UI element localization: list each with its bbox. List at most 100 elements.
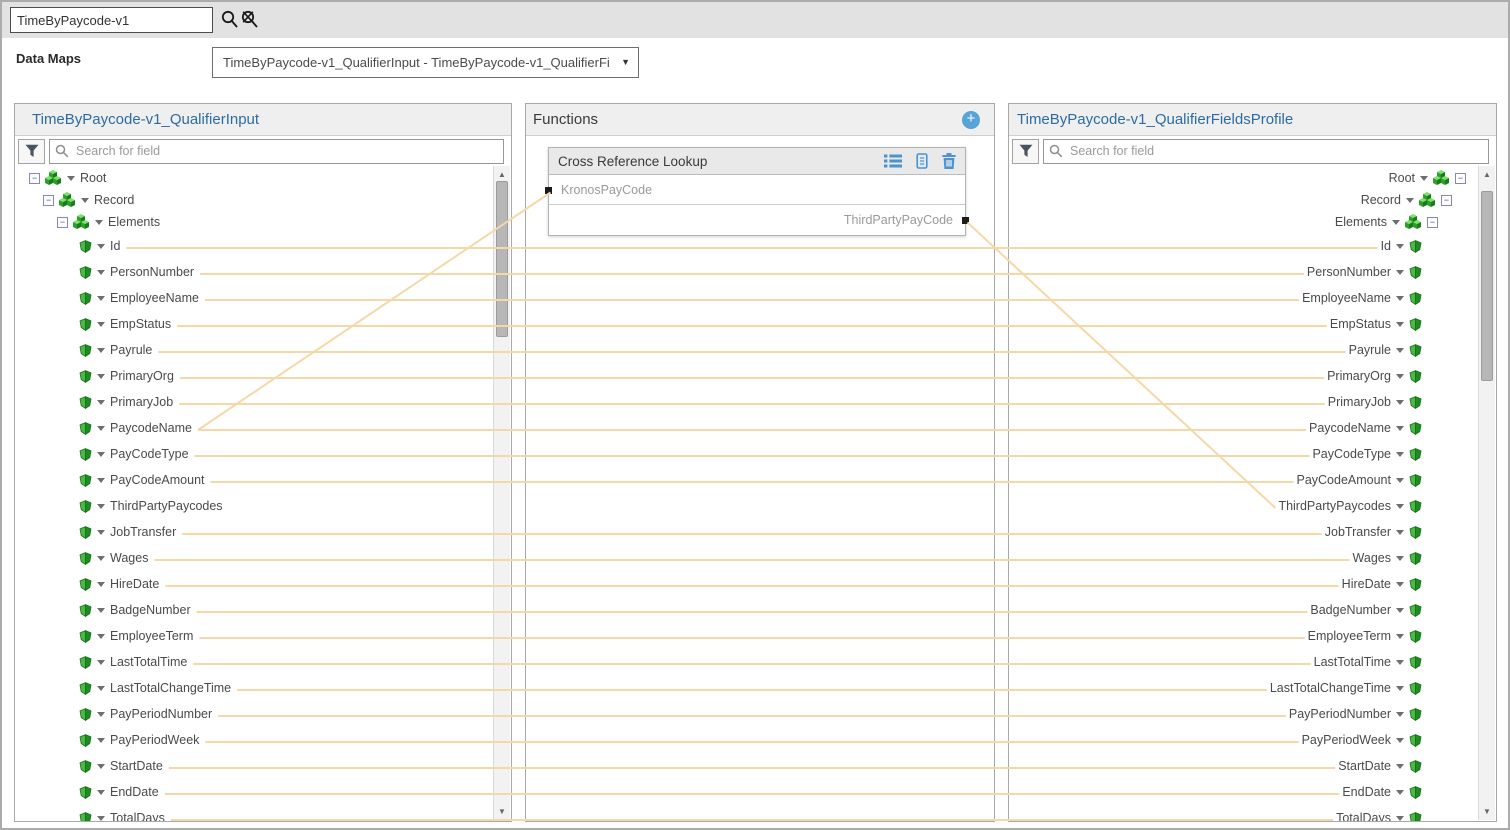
function-box-cross-reference-lookup[interactable]: Cross Reference Lookup KronosPayCode Thi… bbox=[548, 147, 966, 236]
scrollbar-thumb[interactable] bbox=[1481, 191, 1493, 381]
source-field-payperiodweek[interactable]: PayPeriodWeek bbox=[15, 729, 511, 751]
target-field-wages[interactable]: Wages bbox=[1009, 547, 1496, 569]
chevron-down-icon[interactable] bbox=[97, 530, 105, 535]
source-field-hiredate[interactable]: HireDate bbox=[15, 573, 511, 595]
chevron-down-icon[interactable] bbox=[1396, 244, 1404, 249]
chevron-down-icon[interactable] bbox=[1396, 764, 1404, 769]
chevron-down-icon[interactable] bbox=[1396, 452, 1404, 457]
chevron-down-icon[interactable] bbox=[1396, 348, 1404, 353]
chevron-down-icon[interactable] bbox=[1392, 220, 1400, 225]
chevron-down-icon[interactable] bbox=[1396, 400, 1404, 405]
target-field-payperiodweek[interactable]: PayPeriodWeek bbox=[1009, 729, 1496, 751]
chevron-down-icon[interactable] bbox=[97, 426, 105, 431]
search-icon[interactable] bbox=[221, 10, 239, 34]
chevron-down-icon[interactable] bbox=[97, 322, 105, 327]
source-field-primaryjob[interactable]: PrimaryJob bbox=[15, 391, 511, 413]
scroll-down-icon[interactable] bbox=[1479, 807, 1495, 816]
tree-node-record[interactable]: Record bbox=[15, 189, 511, 211]
tree-node-root[interactable]: Root bbox=[1009, 167, 1496, 189]
target-filter-button[interactable] bbox=[1012, 139, 1039, 164]
scroll-down-icon[interactable] bbox=[494, 807, 510, 816]
output-connector-anchor[interactable] bbox=[962, 217, 969, 224]
source-field-paycodename[interactable]: PaycodeName bbox=[15, 417, 511, 439]
chevron-down-icon[interactable] bbox=[1396, 582, 1404, 587]
source-field-employeeterm[interactable]: EmployeeTerm bbox=[15, 625, 511, 647]
source-field-personnumber[interactable]: PersonNumber bbox=[15, 261, 511, 283]
scroll-up-icon[interactable] bbox=[494, 170, 510, 179]
source-field-search-input[interactable] bbox=[49, 139, 504, 164]
collapse-toggle-icon[interactable] bbox=[1427, 217, 1438, 228]
input-connector-anchor[interactable] bbox=[545, 187, 552, 194]
chevron-down-icon[interactable] bbox=[1396, 686, 1404, 691]
source-field-wages[interactable]: Wages bbox=[15, 547, 511, 569]
source-filter-button[interactable] bbox=[18, 139, 45, 164]
source-field-jobtransfer[interactable]: JobTransfer bbox=[15, 521, 511, 543]
chevron-down-icon[interactable] bbox=[97, 244, 105, 249]
target-field-jobtransfer[interactable]: JobTransfer bbox=[1009, 521, 1496, 543]
clear-search-icon[interactable] bbox=[241, 10, 259, 34]
source-scrollbar[interactable] bbox=[493, 166, 510, 820]
add-function-button[interactable]: + bbox=[962, 111, 980, 129]
tree-node-elements[interactable]: Elements bbox=[15, 211, 511, 233]
source-field-payrule[interactable]: Payrule bbox=[15, 339, 511, 361]
target-field-enddate[interactable]: EndDate bbox=[1009, 781, 1496, 803]
source-field-paycodeamount[interactable]: PayCodeAmount bbox=[15, 469, 511, 491]
chevron-down-icon[interactable] bbox=[97, 790, 105, 795]
target-field-hiredate[interactable]: HireDate bbox=[1009, 573, 1496, 595]
source-field-employeename[interactable]: EmployeeName bbox=[15, 287, 511, 309]
collapse-toggle-icon[interactable] bbox=[43, 195, 54, 206]
target-field-totaldays[interactable]: TotalDays bbox=[1009, 807, 1496, 821]
chevron-down-icon[interactable] bbox=[97, 712, 105, 717]
source-field-payperiodnumber[interactable]: PayPeriodNumber bbox=[15, 703, 511, 725]
chevron-down-icon[interactable] bbox=[97, 400, 105, 405]
source-field-id[interactable]: Id bbox=[15, 235, 511, 257]
chevron-down-icon[interactable] bbox=[1396, 296, 1404, 301]
collapse-toggle-icon[interactable] bbox=[29, 173, 40, 184]
scroll-up-icon[interactable] bbox=[1479, 170, 1495, 179]
chevron-down-icon[interactable] bbox=[97, 764, 105, 769]
chevron-down-icon[interactable] bbox=[1396, 530, 1404, 535]
target-field-startdate[interactable]: StartDate bbox=[1009, 755, 1496, 777]
data-map-select[interactable]: TimeByPaycode-v1_QualifierInput - TimeBy… bbox=[212, 47, 639, 78]
chevron-down-icon[interactable] bbox=[97, 660, 105, 665]
chevron-down-icon[interactable] bbox=[97, 270, 105, 275]
collapse-toggle-icon[interactable] bbox=[57, 217, 68, 228]
chevron-down-icon[interactable] bbox=[97, 634, 105, 639]
source-field-enddate[interactable]: EndDate bbox=[15, 781, 511, 803]
source-field-badgenumber[interactable]: BadgeNumber bbox=[15, 599, 511, 621]
target-field-search-input[interactable] bbox=[1043, 139, 1489, 164]
tree-node-record[interactable]: Record bbox=[1009, 189, 1496, 211]
chevron-down-icon[interactable] bbox=[1396, 426, 1404, 431]
source-field-empstatus[interactable]: EmpStatus bbox=[15, 313, 511, 335]
source-field-thirdpartypaycodes[interactable]: ThirdPartyPaycodes bbox=[15, 495, 511, 517]
target-field-lasttotalchangetime[interactable]: LastTotalChangeTime bbox=[1009, 677, 1496, 699]
chevron-down-icon[interactable] bbox=[81, 198, 89, 203]
chevron-down-icon[interactable] bbox=[1396, 608, 1404, 613]
collapse-toggle-icon[interactable] bbox=[1455, 173, 1466, 184]
component-search-input[interactable] bbox=[10, 7, 213, 33]
source-field-lasttotalchangetime[interactable]: LastTotalChangeTime bbox=[15, 677, 511, 699]
target-field-employeeterm[interactable]: EmployeeTerm bbox=[1009, 625, 1496, 647]
source-field-startdate[interactable]: StartDate bbox=[15, 755, 511, 777]
target-field-paycodetype[interactable]: PayCodeType bbox=[1009, 443, 1496, 465]
chevron-down-icon[interactable] bbox=[97, 296, 105, 301]
chevron-down-icon[interactable] bbox=[1396, 816, 1404, 821]
chevron-down-icon[interactable] bbox=[1396, 660, 1404, 665]
source-field-totaldays[interactable]: TotalDays bbox=[15, 807, 511, 821]
chevron-down-icon[interactable] bbox=[97, 478, 105, 483]
chevron-down-icon[interactable] bbox=[97, 816, 105, 821]
trash-icon[interactable] bbox=[942, 153, 956, 169]
source-field-paycodetype[interactable]: PayCodeType bbox=[15, 443, 511, 465]
target-field-paycodeamount[interactable]: PayCodeAmount bbox=[1009, 469, 1496, 491]
target-field-primaryorg[interactable]: PrimaryOrg bbox=[1009, 365, 1496, 387]
target-field-thirdpartypaycodes[interactable]: ThirdPartyPaycodes bbox=[1009, 495, 1496, 517]
tree-node-root[interactable]: Root bbox=[15, 167, 511, 189]
list-icon[interactable] bbox=[884, 154, 902, 168]
chevron-down-icon[interactable] bbox=[97, 374, 105, 379]
source-field-primaryorg[interactable]: PrimaryOrg bbox=[15, 365, 511, 387]
target-field-paycodename[interactable]: PaycodeName bbox=[1009, 417, 1496, 439]
target-field-empstatus[interactable]: EmpStatus bbox=[1009, 313, 1496, 335]
function-box-header[interactable]: Cross Reference Lookup bbox=[549, 148, 965, 175]
tree-node-elements[interactable]: Elements bbox=[1009, 211, 1496, 233]
chevron-down-icon[interactable] bbox=[97, 686, 105, 691]
